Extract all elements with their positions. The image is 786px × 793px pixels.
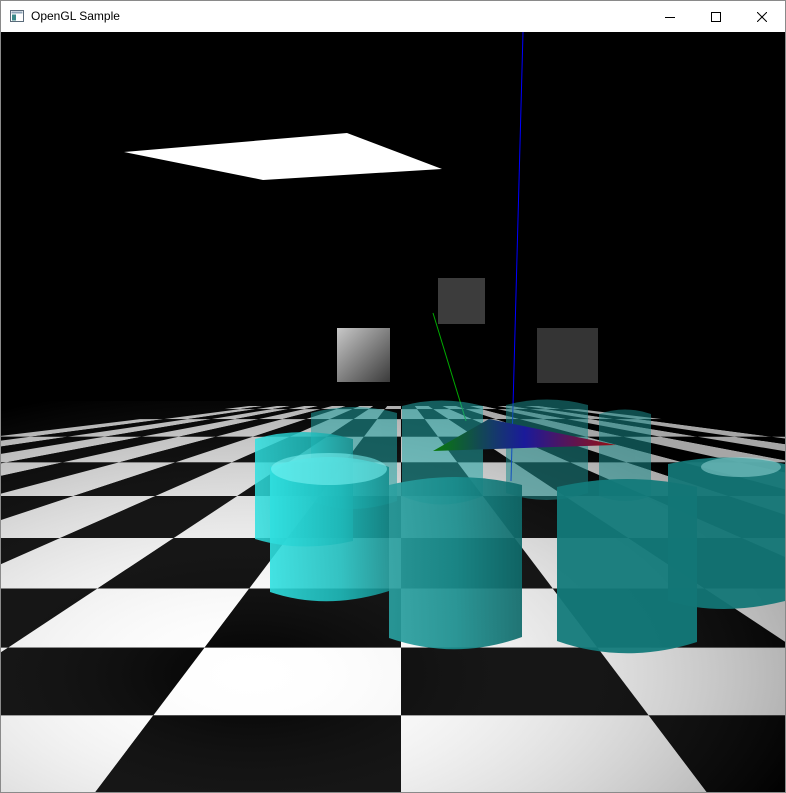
light-panel [124,133,442,180]
app-window-icon [10,10,24,22]
cube-top [438,278,485,324]
cylinder-highlight-right [701,457,781,477]
cylinder-center-front [389,477,522,650]
minimize-icon [665,16,675,18]
rendered-scene [1,32,785,792]
cube-left [337,328,390,382]
opengl-viewport[interactable] [1,32,785,792]
close-button[interactable] [739,1,785,32]
floating-cubes [337,278,598,383]
title-bar[interactable]: OpenGL Sample [1,1,785,32]
app-window: OpenGL Sample [0,0,786,793]
window-title: OpenGL Sample [31,9,120,23]
cube-right [537,328,598,383]
maximize-icon [711,11,721,22]
maximize-button[interactable] [693,1,739,32]
cylinder-highlight [271,453,387,485]
minimize-button[interactable] [647,1,693,32]
cylinder-far-right [668,457,785,609]
close-icon [757,11,767,22]
